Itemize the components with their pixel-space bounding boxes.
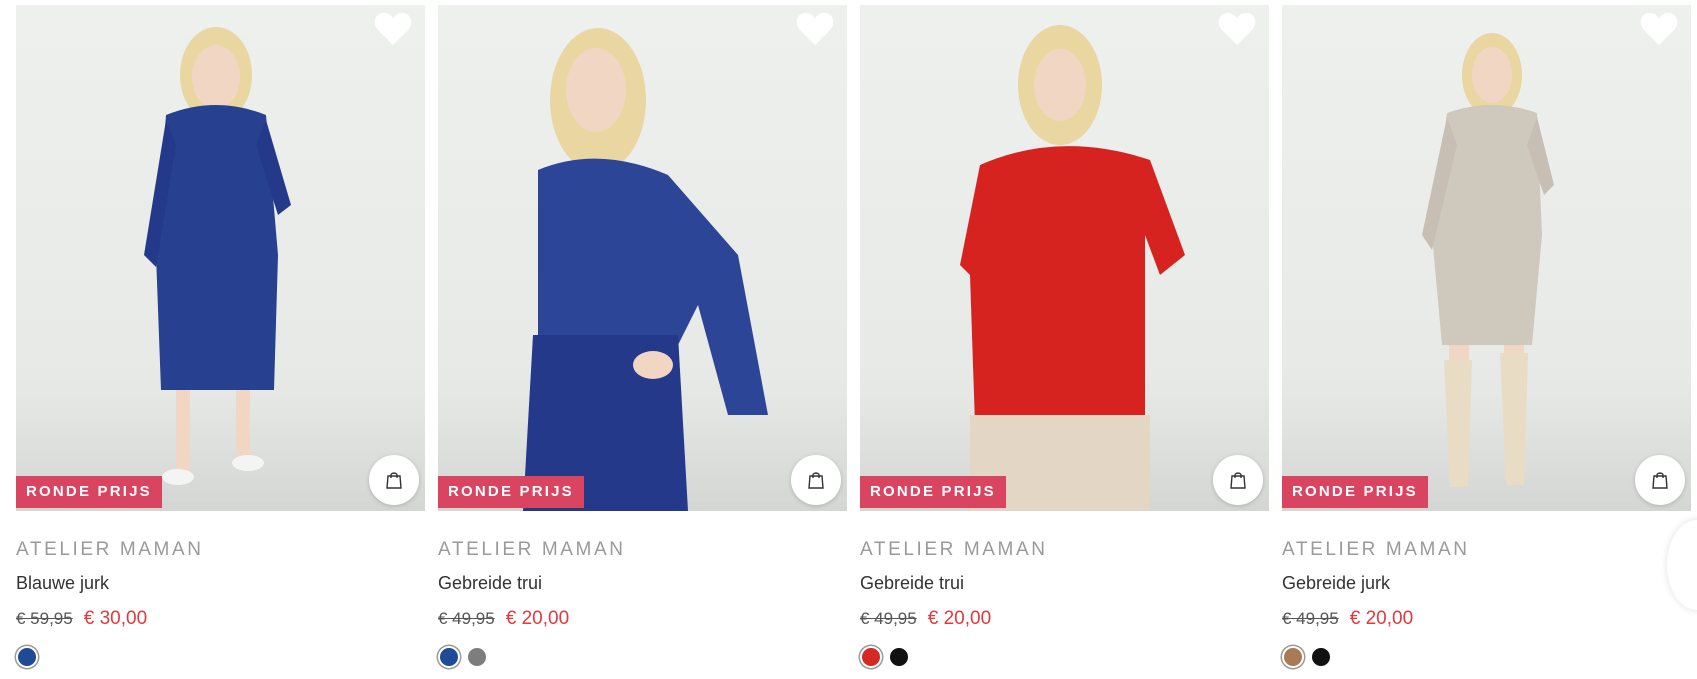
old-price: € 49,95 (860, 609, 917, 628)
old-price: € 49,95 (1282, 609, 1339, 628)
product-brand: ATELIER MAMAN (860, 539, 1048, 560)
color-swatch[interactable] (1312, 648, 1330, 666)
sale-price: € 20,00 (1349, 608, 1414, 629)
product-card[interactable]: RONDE PRIJS ATELIER MAMAN Gebreide trui … (438, 5, 847, 666)
promo-badge: RONDE PRIJS (438, 476, 584, 508)
color-swatches (1282, 648, 1691, 666)
promo-badge: RONDE PRIJS (16, 476, 162, 508)
old-price: € 59,95 (16, 609, 73, 628)
product-brand: ATELIER MAMAN (438, 539, 626, 560)
product-price: € 49,95 € 20,00 (860, 608, 1269, 630)
heart-icon[interactable] (373, 11, 413, 47)
product-title[interactable]: Blauwe jurk (16, 573, 425, 594)
model-photo (144, 27, 291, 485)
product-grid: RONDE PRIJS ATELIER MAMAN Blauwe jurk € … (16, 5, 1691, 666)
color-swatches (16, 648, 425, 666)
model-photo (1422, 33, 1554, 487)
color-swatch[interactable] (18, 648, 36, 666)
product-card[interactable]: RONDE PRIJS ATELIER MAMAN Gebreide jurk … (1282, 5, 1691, 666)
product-title[interactable]: Gebreide trui (438, 573, 847, 594)
sale-price: € 20,00 (927, 608, 992, 629)
product-card[interactable]: RONDE PRIJS ATELIER MAMAN Blauwe jurk € … (16, 5, 425, 666)
shopping-bag-icon (386, 472, 402, 489)
product-card[interactable]: RONDE PRIJS ATELIER MAMAN Gebreide trui … (860, 5, 1269, 666)
product-price: € 49,95 € 20,00 (438, 608, 847, 630)
add-to-bag-button[interactable] (1635, 455, 1685, 505)
heart-icon[interactable] (1217, 11, 1257, 47)
color-swatch[interactable] (440, 648, 458, 666)
color-swatch[interactable] (862, 648, 880, 666)
color-swatches (860, 648, 1269, 666)
product-image[interactable]: RONDE PRIJS (438, 5, 847, 511)
product-brand: ATELIER MAMAN (16, 539, 204, 560)
promo-badge: RONDE PRIJS (860, 476, 1006, 508)
promo-badge: RONDE PRIJS (1282, 476, 1428, 508)
old-price: € 49,95 (438, 609, 495, 628)
heart-icon[interactable] (795, 11, 835, 47)
product-image[interactable]: RONDE PRIJS (1282, 5, 1691, 511)
sale-price: € 20,00 (505, 608, 570, 629)
add-to-bag-button[interactable] (791, 455, 841, 505)
product-title[interactable]: Gebreide jurk (1282, 573, 1691, 594)
color-swatch[interactable] (1284, 648, 1302, 666)
product-price: € 49,95 € 20,00 (1282, 608, 1691, 630)
add-to-bag-button[interactable] (1213, 455, 1263, 505)
product-brand: ATELIER MAMAN (1282, 539, 1470, 560)
color-swatch[interactable] (890, 648, 908, 666)
model-photo (960, 25, 1185, 511)
color-swatch[interactable] (468, 648, 486, 666)
product-image[interactable]: RONDE PRIJS (860, 5, 1269, 511)
shopping-bag-icon (1230, 472, 1246, 489)
product-title[interactable]: Gebreide trui (860, 573, 1269, 594)
shopping-bag-icon (1652, 472, 1668, 489)
product-image[interactable]: RONDE PRIJS (16, 5, 425, 511)
product-price: € 59,95 € 30,00 (16, 608, 425, 630)
model-photo (523, 28, 768, 511)
heart-icon[interactable] (1639, 11, 1679, 47)
add-to-bag-button[interactable] (369, 455, 419, 505)
color-swatches (438, 648, 847, 666)
sale-price: € 30,00 (83, 608, 148, 629)
shopping-bag-icon (808, 472, 824, 489)
